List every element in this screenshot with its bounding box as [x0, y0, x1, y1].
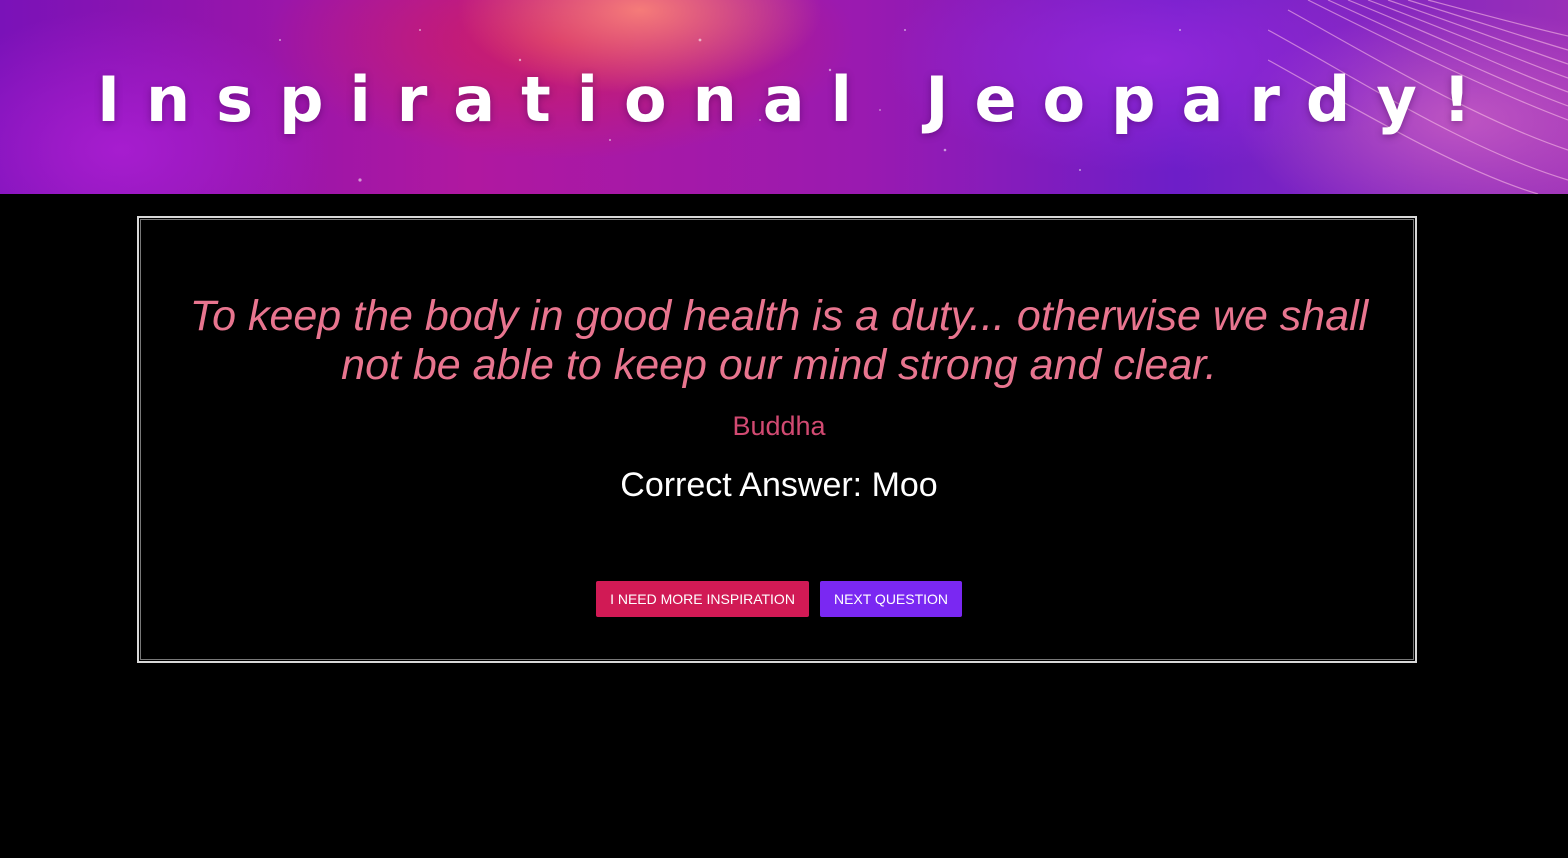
next-question-button[interactable]: NEXT QUESTION	[820, 581, 962, 617]
site-title: Inspirational Jeopardy!	[96, 63, 1498, 136]
correct-answer: Correct Answer: Moo	[620, 466, 938, 504]
quote-author: Buddha	[732, 411, 826, 441]
card-inner-border: To keep the body in good health is a dut…	[140, 219, 1414, 660]
header-banner: Inspirational Jeopardy!	[0, 0, 1568, 194]
quote-text: To keep the body in good health is a dut…	[189, 292, 1369, 389]
more-inspiration-button[interactable]: I NEED MORE INSPIRATION	[596, 581, 809, 617]
quote-card: To keep the body in good health is a dut…	[137, 216, 1417, 663]
